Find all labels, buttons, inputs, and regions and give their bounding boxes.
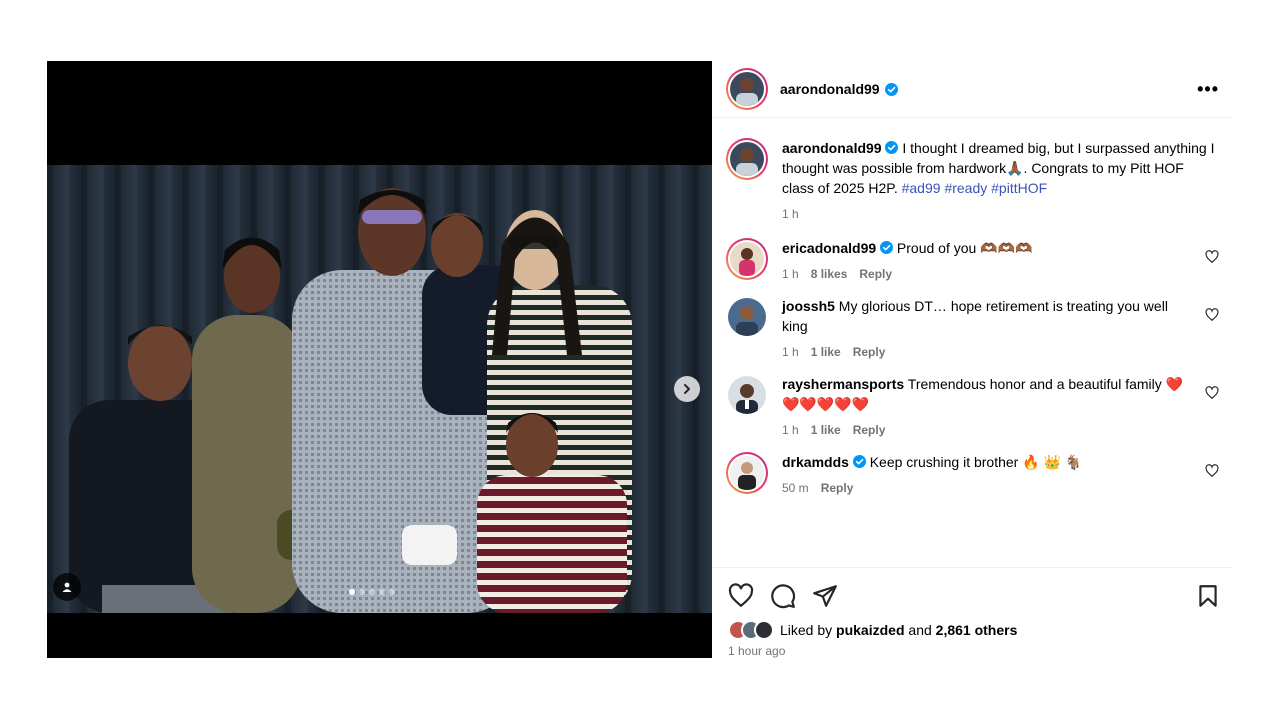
- reply-button[interactable]: Reply: [821, 478, 854, 498]
- likes-count[interactable]: 2,861 others: [936, 622, 1018, 638]
- comment-button[interactable]: [770, 583, 796, 609]
- comment-text: Proud of you 🫶🏾🫶🏾🫶🏾: [893, 240, 1033, 256]
- liker-avatar: [754, 620, 774, 640]
- comment-text: Keep crushing it brother 🔥 👑 🐐: [865, 454, 1083, 470]
- caption-avatar[interactable]: [726, 138, 768, 180]
- author-username-text[interactable]: aarondonald99: [780, 81, 880, 97]
- comment-likes[interactable]: 1 like: [811, 420, 841, 440]
- comment-likes[interactable]: 8 likes: [811, 264, 848, 284]
- tagged-people-button[interactable]: [53, 573, 81, 601]
- hashtag-link[interactable]: #ad99: [902, 180, 941, 196]
- avatar-image: [730, 456, 764, 490]
- post-actions: Liked by pukaizded and 2,861 others 1 ho…: [712, 567, 1233, 658]
- verified-badge-icon: [884, 82, 898, 96]
- comments-list: aarondonald99 I thought I dreamed big, b…: [712, 118, 1233, 567]
- comment-time[interactable]: 1 h: [782, 420, 799, 440]
- post-side-panel: aarondonald99 ••• aarondonald99 I though…: [712, 61, 1233, 658]
- post-time[interactable]: 1 hour ago: [728, 644, 1221, 658]
- avatar-image: [730, 242, 764, 276]
- comment-icon: [771, 584, 796, 609]
- post-media: [47, 61, 712, 658]
- comment-item: ericadonald99 Proud of you 🫶🏾🫶🏾🫶🏾 1 h 8 …: [726, 238, 1219, 284]
- carousel-dot: [389, 589, 395, 595]
- chevron-right-icon: [684, 384, 690, 394]
- commenter-avatar[interactable]: [726, 452, 768, 494]
- comment-username[interactable]: drkamdds: [782, 454, 849, 470]
- carousel-dot: [359, 589, 365, 595]
- commenter-avatar[interactable]: [728, 298, 766, 336]
- avatar-image: [730, 72, 764, 106]
- send-icon: [813, 585, 837, 607]
- post-header: aarondonald99 •••: [712, 61, 1233, 118]
- post-photo: [47, 165, 712, 613]
- comment-heart-icon[interactable]: [1205, 250, 1219, 264]
- author-username[interactable]: aarondonald99: [780, 81, 898, 97]
- verified-badge-icon: [852, 455, 866, 468]
- like-button[interactable]: [728, 583, 754, 609]
- family-photo-illustration: [47, 165, 712, 613]
- comment-item: joossh5 My glorious DT… hope retirement …: [726, 296, 1219, 362]
- comment-likes[interactable]: 1 like: [811, 342, 841, 362]
- carousel-dot: [349, 589, 355, 595]
- comment-username[interactable]: rayshermansports: [782, 376, 904, 392]
- comment-heart-icon[interactable]: [1205, 308, 1219, 322]
- caption-username[interactable]: aarondonald99: [782, 140, 882, 156]
- save-button[interactable]: [1195, 583, 1221, 609]
- comment-item: rayshermansports Tremendous honor and a …: [726, 374, 1219, 440]
- heart-icon: [728, 583, 754, 607]
- hashtag-link[interactable]: #pittHOF: [991, 180, 1047, 196]
- verified-badge-icon: [885, 141, 899, 154]
- instagram-post: aarondonald99 ••• aarondonald99 I though…: [47, 61, 1233, 658]
- carousel-dot: [369, 589, 375, 595]
- caption: aarondonald99 I thought I dreamed big, b…: [726, 138, 1219, 224]
- caption-time[interactable]: 1 h: [782, 204, 799, 224]
- comment-time[interactable]: 1 h: [782, 342, 799, 362]
- comment-item: drkamdds Keep crushing it brother 🔥 👑 🐐 …: [726, 452, 1219, 498]
- comment-time[interactable]: 50 m: [782, 478, 809, 498]
- share-button[interactable]: [812, 583, 838, 609]
- commenter-avatar[interactable]: [726, 238, 768, 280]
- hashtag-link[interactable]: #ready: [944, 180, 987, 196]
- liker-avatars[interactable]: [728, 620, 774, 640]
- carousel-dot: [379, 589, 385, 595]
- carousel-indicator: [349, 589, 395, 595]
- more-options-icon: •••: [1197, 78, 1219, 99]
- avatar-image: [730, 142, 764, 176]
- liker-username[interactable]: pukaizded: [836, 622, 904, 638]
- author-avatar[interactable]: [726, 68, 768, 110]
- reply-button[interactable]: Reply: [853, 342, 886, 362]
- person-tag-icon: [62, 582, 72, 592]
- likes-middle: and: [904, 622, 936, 638]
- reply-button[interactable]: Reply: [853, 420, 886, 440]
- verified-badge-icon: [880, 241, 894, 254]
- commenter-avatar[interactable]: [728, 376, 766, 414]
- next-photo-button[interactable]: [674, 376, 700, 402]
- comment-username[interactable]: ericadonald99: [782, 240, 876, 256]
- comment-heart-icon[interactable]: [1205, 386, 1219, 400]
- comment-heart-icon[interactable]: [1205, 464, 1219, 478]
- comment-username[interactable]: joossh5: [782, 298, 835, 314]
- reply-button[interactable]: Reply: [859, 264, 892, 284]
- likes-summary: Liked by pukaizded and 2,861 others: [728, 620, 1221, 640]
- comment-text: My glorious DT… hope retirement is treat…: [782, 298, 1168, 334]
- bookmark-icon: [1199, 585, 1217, 607]
- likes-prefix: Liked by: [780, 622, 837, 638]
- more-options-button[interactable]: •••: [1197, 79, 1219, 100]
- comment-time[interactable]: 1 h: [782, 264, 799, 284]
